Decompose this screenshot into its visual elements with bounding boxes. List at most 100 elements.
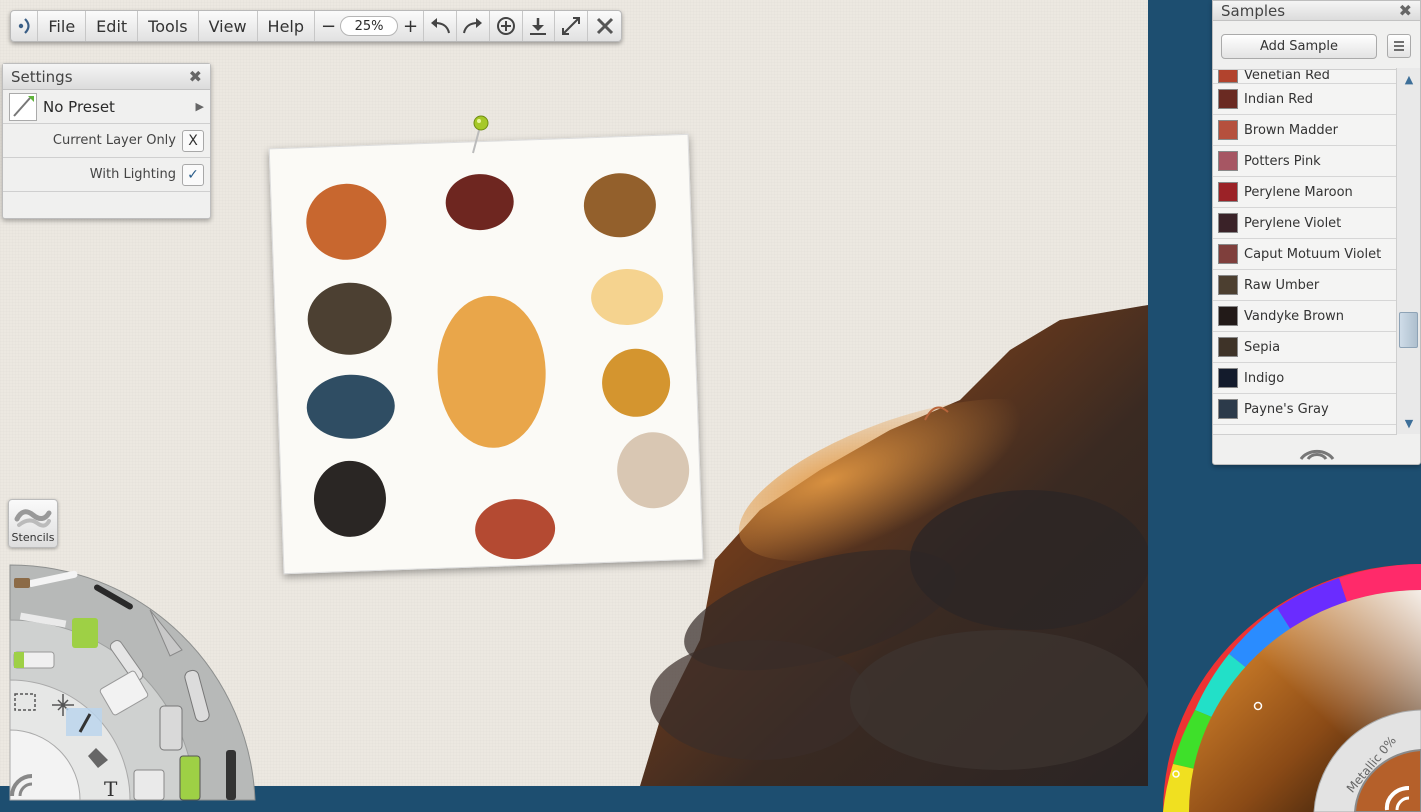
share-icon [496,17,515,35]
sample-item-brown-madder[interactable]: Brown Madder [1213,115,1397,146]
samples-actions: Add Sample [1213,21,1420,71]
sample-item-indian-red[interactable]: Indian Red [1213,84,1397,115]
inking-pen-icon[interactable] [226,750,236,800]
sample-label: Raw Umber [1244,277,1320,293]
with-lighting-checkbox[interactable]: ✓ [182,163,204,186]
share-button[interactable] [490,11,523,41]
settings-title: Settings [11,67,73,86]
swatch [1218,120,1238,140]
undo-button[interactable] [424,11,457,41]
sample-label: Caput Motuum Violet [1244,246,1382,262]
sticker-tool-icon[interactable] [133,769,165,801]
sample-item-venetian-red[interactable]: Venetian Red [1213,70,1397,84]
reference-photo [268,133,704,575]
preset-selector[interactable]: No Preset ▶ [3,90,210,124]
tool-wheel: T [9,564,256,801]
sample-item-perylene-maroon[interactable]: Perylene Maroon [1213,177,1397,208]
sample-label: Indian Red [1244,91,1313,107]
sample-label: Payne's Gray [1244,401,1329,417]
swatch [1218,70,1238,83]
sample-item-perylene-violet[interactable]: Perylene Violet [1213,208,1397,239]
sample-item-paynes-gray[interactable]: Payne's Gray [1213,394,1397,425]
current-layer-only-checkbox[interactable]: X [182,129,204,152]
fullscreen-button[interactable] [555,11,589,41]
download-button[interactable] [523,11,556,41]
sample-label: Sepia [1244,339,1281,355]
redo-button[interactable] [457,11,490,41]
color-picker-wheel[interactable]: Metallic 0% [1159,560,1421,812]
sample-label: Venetian Red [1244,69,1330,83]
menu-tools[interactable]: Tools [138,11,199,41]
samples-list-menu-button[interactable] [1387,34,1411,58]
marker-tool-icon[interactable] [13,651,55,669]
scroll-down-icon[interactable]: ▼ [1397,412,1421,434]
sample-item-vandyke-brown[interactable]: Vandyke Brown [1213,301,1397,332]
swatch [1218,151,1238,171]
reference-image[interactable] [268,115,708,575]
samples-title: Samples [1221,1,1286,20]
menu-view[interactable]: View [199,11,258,41]
swatch [1218,213,1238,233]
fullscreen-icon [562,17,581,35]
settings-close-icon[interactable]: ✖ [189,67,202,86]
swatch [1218,306,1238,326]
stencils-label: Stencils [11,531,55,544]
zoom-control: − 25% + [315,11,425,41]
paint-tube-icon[interactable] [72,618,98,648]
sample-label: Perylene Maroon [1244,184,1353,200]
scroll-up-icon[interactable]: ▲ [1397,68,1421,90]
list-icon [1394,41,1404,51]
paint-swatch-blobs [306,173,690,560]
current-layer-only-label: Current Layer Only [52,133,176,148]
preset-label: No Preset [43,97,115,116]
zoom-out-button[interactable]: − [321,16,336,37]
app-menu-button[interactable] [11,11,39,41]
sample-item-indigo[interactable]: Indigo [1213,363,1397,394]
text-tool-icon[interactable]: T [104,777,118,801]
sample-item-raw-umber[interactable]: Raw Umber [1213,270,1397,301]
add-sample-button[interactable]: Add Sample [1221,33,1377,59]
samples-panel: Samples ✖ Add Sample Venetian Red Indian… [1212,0,1421,465]
scroll-thumb[interactable] [1399,312,1418,348]
sample-label: Indigo [1244,370,1285,386]
preset-arrow-icon: ▶ [195,100,204,113]
push-pin-icon [472,115,489,154]
felt-pen-tool-icon[interactable] [179,755,201,801]
sample-label: Brown Madder [1244,122,1338,138]
top-toolbar: File Edit Tools View Help − 25% + [10,10,622,42]
crayon-tool-icon[interactable] [159,705,183,751]
settings-panel: Settings ✖ No Preset ▶ Current Layer Onl… [2,63,211,219]
samples-collapse-handle[interactable] [1213,438,1420,464]
redo-icon [462,18,482,34]
sample-item-sepia[interactable]: Sepia [1213,332,1397,363]
swatch [1218,89,1238,109]
sample-label: Vandyke Brown [1244,308,1345,324]
app-logo-icon [18,18,30,34]
menu-help[interactable]: Help [258,11,316,41]
menu-file[interactable]: File [38,11,87,41]
swatch [1218,275,1238,295]
swatch [1218,368,1238,388]
sample-item-potters-pink[interactable]: Potters Pink [1213,146,1397,177]
current-layer-only-row: Current Layer Only X [3,124,210,158]
samples-close-icon[interactable]: ✖ [1399,1,1412,20]
sample-label: Perylene Violet [1244,215,1342,231]
swatch [1218,337,1238,357]
samples-scrollbar[interactable]: ▲ ▼ [1396,68,1420,434]
menu-edit[interactable]: Edit [86,11,139,41]
collapse-arc-icon [1299,449,1334,460]
samples-list: Venetian Red Indian Red Brown Madder Pot… [1213,69,1397,435]
eyedropper-tool-icon[interactable] [66,708,102,736]
with-lighting-label: With Lighting [89,167,176,182]
zoom-in-button[interactable]: + [403,16,418,37]
close-button[interactable] [588,11,621,41]
download-icon [530,18,547,35]
pencil-icon [13,95,34,117]
stencils-icon [14,509,52,528]
swatch [1218,399,1238,419]
sample-item-caput-motuum-violet[interactable]: Caput Motuum Violet [1213,239,1397,270]
preset-thumbnail [9,92,37,121]
samples-title-bar: Samples ✖ [1213,1,1420,21]
stencils-button[interactable]: Stencils [8,499,58,548]
zoom-level-field[interactable]: 25% [340,16,399,36]
